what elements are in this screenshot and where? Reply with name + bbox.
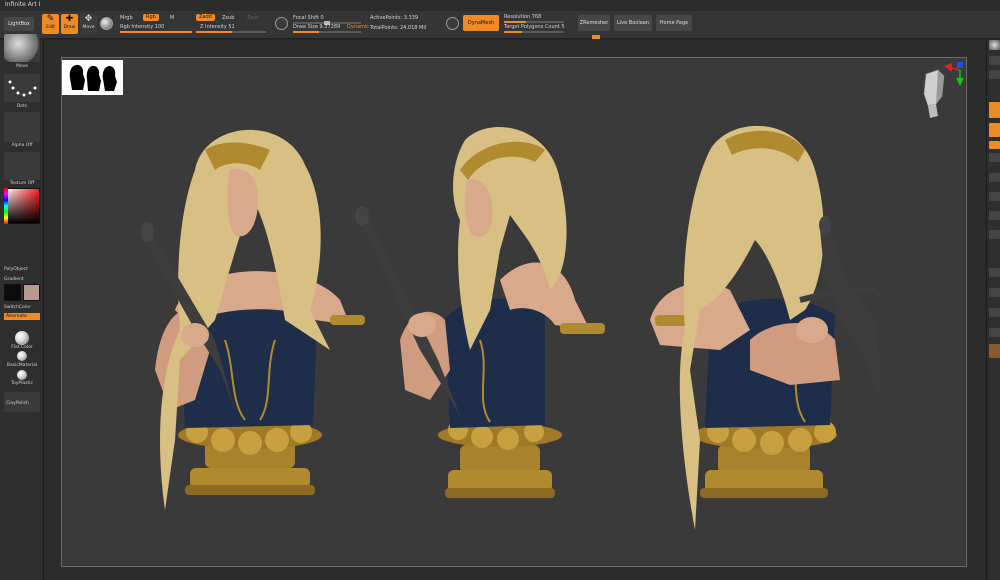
draw-size-slider[interactable]: Draw Size 9.37289 — [293, 24, 340, 30]
focal-shift-slider[interactable]: Focal Shift 0 — [293, 15, 324, 21]
rs-item-11[interactable] — [989, 328, 1000, 337]
rs-material-swatch[interactable] — [989, 344, 1000, 358]
rs-active-1[interactable] — [989, 102, 1000, 118]
edit-button[interactable]: ✎ Edit — [42, 14, 59, 34]
m-toggle[interactable]: M — [170, 15, 174, 21]
z-intensity-slider[interactable]: Z Intensity 51 — [200, 24, 235, 30]
left-shelf: Move Dots Alpha Off Texture Off SkinShad… — [0, 34, 44, 580]
zcut-toggle[interactable]: Zcut — [247, 15, 258, 21]
color-picker[interactable] — [4, 188, 40, 224]
silhouette-icon — [62, 60, 123, 95]
rs-item-5[interactable] — [989, 192, 1000, 201]
top-toolbar: LightBox ✎ Edit ✚ Draw ✥ Move Mrgb Rgb M… — [0, 11, 1000, 39]
bust-back-view[interactable] — [640, 110, 885, 534]
draw-size-fill — [293, 31, 319, 33]
brush-thumbnail[interactable] — [4, 34, 40, 62]
target-polygons-slider[interactable]: Target Polygons Count 5 — [504, 24, 565, 30]
rs-item-10[interactable] — [989, 308, 1000, 317]
draw-button[interactable]: ✚ Draw — [61, 14, 78, 34]
active-points: ActivePoints: 3.339 — [370, 15, 419, 21]
rs-item-6[interactable] — [989, 211, 1000, 220]
polyobject-label: PolyObject — [4, 267, 28, 272]
resolution-slider[interactable]: Resolution 768 — [504, 14, 541, 20]
rs-item-8[interactable] — [989, 268, 1000, 277]
brush-label: Move — [15, 64, 29, 69]
home-page-button[interactable]: Home Page — [656, 15, 692, 31]
gradient-label: Gradient — [4, 277, 24, 282]
right-shelf — [986, 40, 1000, 580]
rs-active-3[interactable] — [989, 141, 1000, 149]
zadd-toggle[interactable]: Zadd — [196, 14, 215, 21]
dynamesh-icon[interactable] — [446, 17, 459, 30]
rgb-intensity-slider[interactable]: Rgb Intensity 100 — [120, 24, 164, 30]
edit-icon: ✎ — [46, 14, 55, 24]
flat-color-ball[interactable] — [15, 331, 29, 345]
zsub-toggle[interactable]: Zsub — [222, 15, 234, 21]
rs-item-2[interactable] — [989, 70, 1000, 79]
live-boolean-button[interactable]: Live Boolean — [614, 15, 652, 31]
sphere-icon[interactable] — [100, 17, 113, 30]
main-color-swatch[interactable] — [4, 284, 21, 301]
gizmo-head-icon[interactable] — [916, 60, 968, 120]
progress-indicator — [592, 35, 600, 39]
dynamesh-button[interactable]: DynaMesh — [463, 15, 499, 31]
rs-item-4[interactable] — [989, 173, 1000, 182]
total-points: TotalPoints: 24.018 Mil — [370, 25, 427, 31]
move-icon: ✥ — [84, 14, 93, 24]
rs-item-7[interactable] — [989, 230, 1000, 239]
secondary-color-swatch[interactable] — [23, 284, 40, 301]
dots-stroke-icon — [8, 80, 37, 97]
draw-icon: ✚ — [65, 14, 74, 24]
mrgb-toggle[interactable]: Mrgb — [120, 15, 133, 21]
resolution-fill — [504, 21, 526, 23]
z-intensity-fill — [196, 31, 232, 33]
move-button[interactable]: ✥ Move — [80, 14, 97, 34]
alpha-label: Alpha Off — [11, 143, 33, 148]
rs-item-9[interactable] — [989, 288, 1000, 297]
stroke-thumbnail[interactable] — [4, 74, 40, 102]
flat-color-label[interactable]: Flat Color — [0, 345, 44, 350]
bust-side-view[interactable] — [350, 110, 620, 534]
texture-label: Texture Off — [9, 181, 35, 186]
rs-sphere-icon[interactable] — [989, 40, 1000, 50]
toy-plastic-ball[interactable] — [17, 370, 27, 380]
dynamic-toggle[interactable]: Dynamic — [347, 24, 369, 30]
move-label: Move — [82, 25, 95, 30]
rs-item-3[interactable] — [989, 153, 1000, 162]
target-polygons-fill — [504, 31, 522, 33]
lightbox-button[interactable]: LightBox — [4, 17, 34, 31]
edit-label: Edit — [46, 25, 55, 30]
window-title: Infinite Art I — [5, 1, 41, 8]
basic-material-ball[interactable] — [17, 351, 27, 361]
stroke-label: Dots — [16, 104, 28, 109]
rgb-toggle[interactable]: Rgb — [143, 14, 159, 21]
basic-material-label[interactable]: BasicMaterial — [0, 363, 44, 368]
clay-polish-label[interactable]: ClayPolish — [0, 401, 44, 406]
title-bar: Infinite Art I — [0, 0, 1000, 11]
draw-label: Draw — [63, 25, 76, 30]
texture-thumbnail[interactable] — [4, 152, 40, 180]
hue-strip[interactable] — [4, 188, 8, 224]
zremesher-button[interactable]: ZRemesher — [578, 15, 610, 31]
rgb-intensity-fill — [120, 31, 192, 33]
alpha-thumbnail[interactable] — [4, 112, 40, 142]
switchcolor-label[interactable]: SwitchColor — [0, 305, 44, 310]
alternate-button[interactable]: Alternate — [4, 313, 40, 320]
rs-active-2[interactable] — [989, 123, 1000, 137]
bust-front-view[interactable] — [135, 110, 375, 534]
rs-item-1[interactable] — [989, 56, 1000, 65]
toy-plastic-label[interactable]: ToyPlastic — [0, 381, 44, 386]
focal-icon[interactable] — [275, 17, 288, 30]
